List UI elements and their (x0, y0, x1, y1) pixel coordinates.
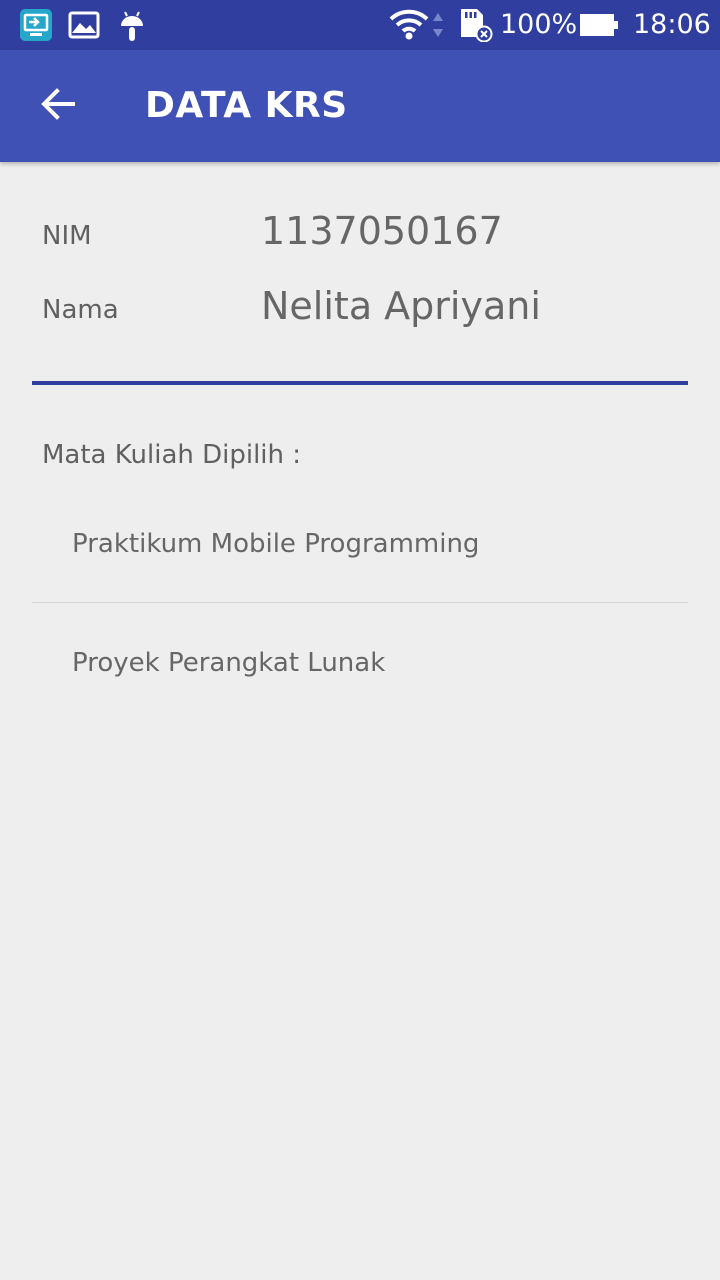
battery-percentage: 100% (500, 9, 578, 40)
list-item-label: Proyek Perangkat Lunak (72, 648, 386, 678)
list-item[interactable]: Proyek Perangkat Lunak (32, 604, 688, 722)
screen-share-icon (18, 0, 54, 50)
status-bar: 100% 18:06 (0, 0, 720, 50)
data-activity-icon (430, 0, 446, 50)
nim-value: 1137050167 (261, 209, 503, 253)
clock: 18:06 (633, 9, 711, 40)
list-item-label: Praktikum Mobile Programming (72, 529, 480, 559)
list-item[interactable]: Praktikum Mobile Programming (32, 485, 688, 603)
courses-header: Mata Kuliah Dipilih : (42, 440, 302, 470)
image-icon (66, 0, 102, 50)
battery-icon (578, 0, 620, 50)
app-bar: DATA KRS (0, 50, 720, 162)
back-button[interactable] (22, 70, 94, 142)
list-divider (32, 602, 688, 603)
section-divider (32, 381, 688, 385)
nim-label: NIM (42, 221, 92, 251)
name-value: Nelita Apriyani (261, 284, 541, 328)
sd-card-icon (456, 0, 494, 50)
wifi-icon (388, 0, 430, 50)
page-title: DATA KRS (145, 85, 348, 126)
arrow-back-icon (40, 86, 76, 126)
name-label: Nama (42, 295, 119, 325)
android-icon (114, 0, 150, 50)
